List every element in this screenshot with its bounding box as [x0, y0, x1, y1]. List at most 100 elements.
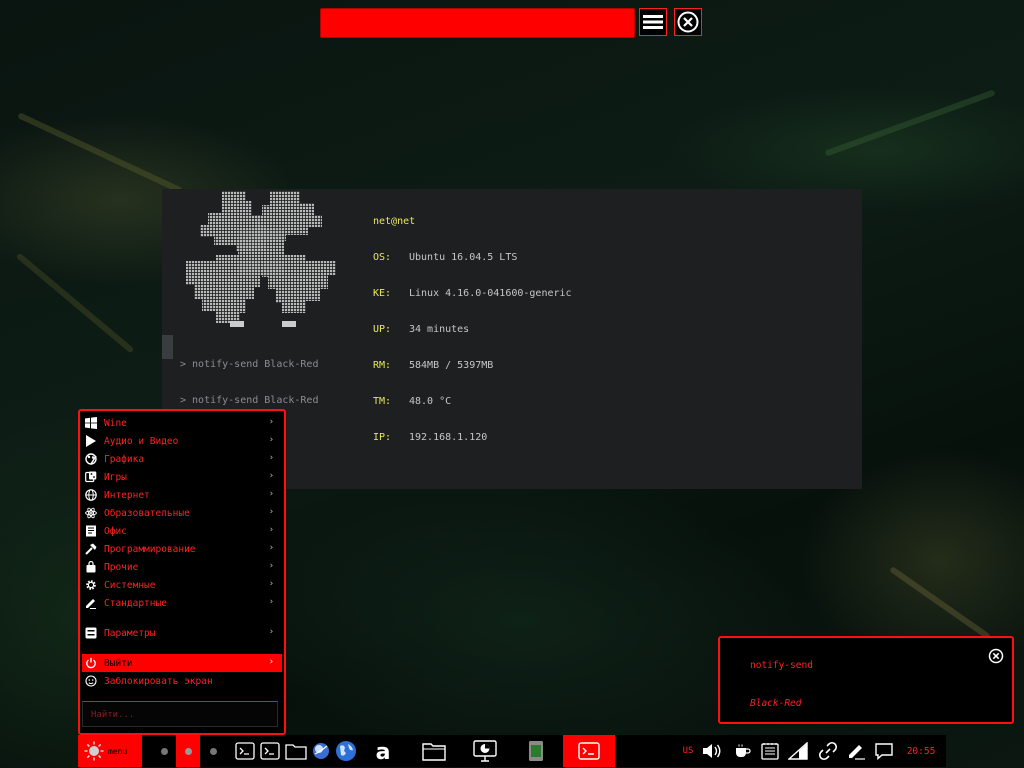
letter-a-icon: a — [376, 740, 391, 762]
coffee-cup-icon — [736, 744, 751, 757]
menu-category-system[interactable]: Системные › — [82, 576, 282, 594]
workspace-dot-icon — [184, 747, 192, 755]
workspace-2-active[interactable] — [176, 735, 200, 767]
launcher-system-monitor[interactable] — [472, 735, 498, 767]
folder-outline-icon — [422, 743, 446, 761]
menu-search-input[interactable] — [89, 707, 273, 723]
launcher-web-browser[interactable] — [310, 735, 332, 767]
chevron-right-icon: › — [268, 489, 274, 499]
close-circle-icon — [677, 11, 699, 33]
line-gutter — [162, 347, 173, 359]
start-menu-button[interactable]: menu — [78, 735, 142, 767]
notifications-tray[interactable] — [872, 735, 896, 767]
wallpaper-streak — [17, 112, 183, 194]
dice-icon — [84, 470, 98, 484]
chevron-right-icon: › — [268, 561, 274, 571]
device-screen-icon — [529, 741, 543, 761]
menu-category-education[interactable]: Образовательные › — [82, 504, 282, 522]
history-line: > notify-send Black-Red — [180, 359, 319, 370]
hammer-icon — [84, 542, 98, 556]
chevron-right-icon: › — [268, 657, 274, 667]
launcher-terminal-1[interactable] — [234, 735, 256, 767]
line-gutter — [162, 335, 173, 347]
menu-category-graphics[interactable]: Графика › — [82, 450, 282, 468]
hamburger-menu-button[interactable] — [639, 8, 667, 36]
menu-category-wine[interactable]: Wine › — [82, 414, 282, 432]
launcher-terminal-2[interactable] — [259, 735, 281, 767]
pencil-edit-icon — [849, 745, 865, 760]
network-signal[interactable] — [786, 735, 810, 767]
atom-icon — [84, 506, 98, 520]
workspace-3[interactable] — [203, 735, 223, 767]
workspace-1[interactable] — [154, 735, 174, 767]
top-title-field[interactable] — [320, 8, 635, 38]
clipboard-manager[interactable] — [758, 735, 782, 767]
sysinfo-row: IP: 192.168.1.120 — [373, 432, 488, 443]
wallpaper-streak — [15, 252, 135, 354]
gear-icon — [84, 578, 98, 592]
sysinfo-row: RM: 584MB / 5397MB — [373, 360, 494, 371]
sysinfo-row: KE: Linux 4.16.0-041600-generic — [373, 288, 572, 299]
launcher-text-app[interactable]: a — [370, 735, 396, 767]
menu-category-other[interactable]: Прочие › — [82, 558, 282, 576]
volume-control[interactable] — [700, 735, 724, 767]
sysinfo-row: UP: 34 minutes — [373, 324, 470, 335]
terminal-icon — [235, 742, 255, 760]
menu-category-standard[interactable]: Стандартные › — [82, 594, 282, 612]
chevron-right-icon: › — [268, 453, 274, 463]
menu-search-box — [82, 701, 278, 727]
notification-close-icon[interactable] — [988, 648, 1004, 664]
launcher-device-app[interactable] — [524, 735, 548, 767]
palette-icon — [84, 452, 98, 466]
signal-strength-icon — [788, 742, 808, 760]
menu-category-games[interactable]: Игры › — [82, 468, 282, 486]
caffeine-toggle[interactable] — [732, 735, 754, 767]
application-menu: Wine › Аудио и Видео › Графика › Игры › Инте… — [78, 409, 286, 735]
keyboard-layout-indicator[interactable]: US — [678, 735, 698, 767]
hostname-line: net@net — [373, 216, 416, 227]
notification-body: Black-Red — [750, 698, 802, 709]
chevron-right-icon: › — [268, 471, 274, 481]
launcher-files[interactable] — [421, 735, 447, 767]
notification-popup[interactable]: notify-send Black-Red — [718, 636, 1014, 724]
chain-link-icon — [818, 741, 838, 761]
clock[interactable]: 20:55 — [904, 735, 938, 767]
menu-category-internet[interactable]: Интернет › — [82, 486, 282, 504]
menu-category-audio-video[interactable]: Аудио и Видео › — [82, 432, 282, 450]
sysinfo-row: OS: Ubuntu 16.04.5 LTS — [373, 252, 518, 263]
play-icon — [84, 434, 98, 448]
terminal-icon — [578, 742, 600, 760]
chevron-right-icon: › — [268, 507, 274, 517]
menu-settings[interactable]: Параметры › — [82, 624, 282, 642]
speaker-icon — [703, 744, 721, 758]
wallpaper-streak — [824, 89, 996, 157]
settings-panel-icon — [84, 626, 98, 640]
launcher-file-manager[interactable] — [284, 735, 308, 767]
windows-icon — [84, 416, 98, 430]
pen-icon — [84, 596, 98, 610]
chevron-right-icon: › — [268, 417, 274, 427]
menu-category-office[interactable]: Офис › — [82, 522, 282, 540]
menu-logout[interactable]: Выйти › — [82, 654, 282, 672]
active-task-terminal[interactable] — [563, 735, 615, 767]
notification-title: notify-send — [750, 660, 813, 671]
launcher-network-browser[interactable] — [333, 735, 359, 767]
sysinfo-block: net@net OS: Ubuntu 16.04.5 LTS KE: Linux 4… — [373, 192, 572, 468]
lock-face-icon — [84, 674, 98, 688]
menu-button-label: menu — [108, 746, 128, 756]
message-bubble-icon — [875, 743, 893, 760]
chevron-right-icon: › — [268, 627, 274, 637]
close-window-button[interactable] — [674, 8, 702, 36]
document-icon — [84, 524, 98, 538]
sysinfo-row: TM: 48.0 °C — [373, 396, 452, 407]
terminal-icon — [260, 742, 280, 760]
chevron-right-icon: › — [268, 579, 274, 589]
connection-link[interactable] — [816, 735, 840, 767]
notes-editor[interactable] — [844, 735, 868, 767]
menu-category-programming[interactable]: Программирование › — [82, 540, 282, 558]
menu-lock-screen[interactable]: Заблокировать экран — [82, 672, 282, 690]
notes-list-icon — [761, 743, 779, 760]
workspace-dot-icon — [209, 747, 217, 755]
hamburger-icon — [643, 15, 663, 29]
power-icon — [84, 656, 98, 670]
